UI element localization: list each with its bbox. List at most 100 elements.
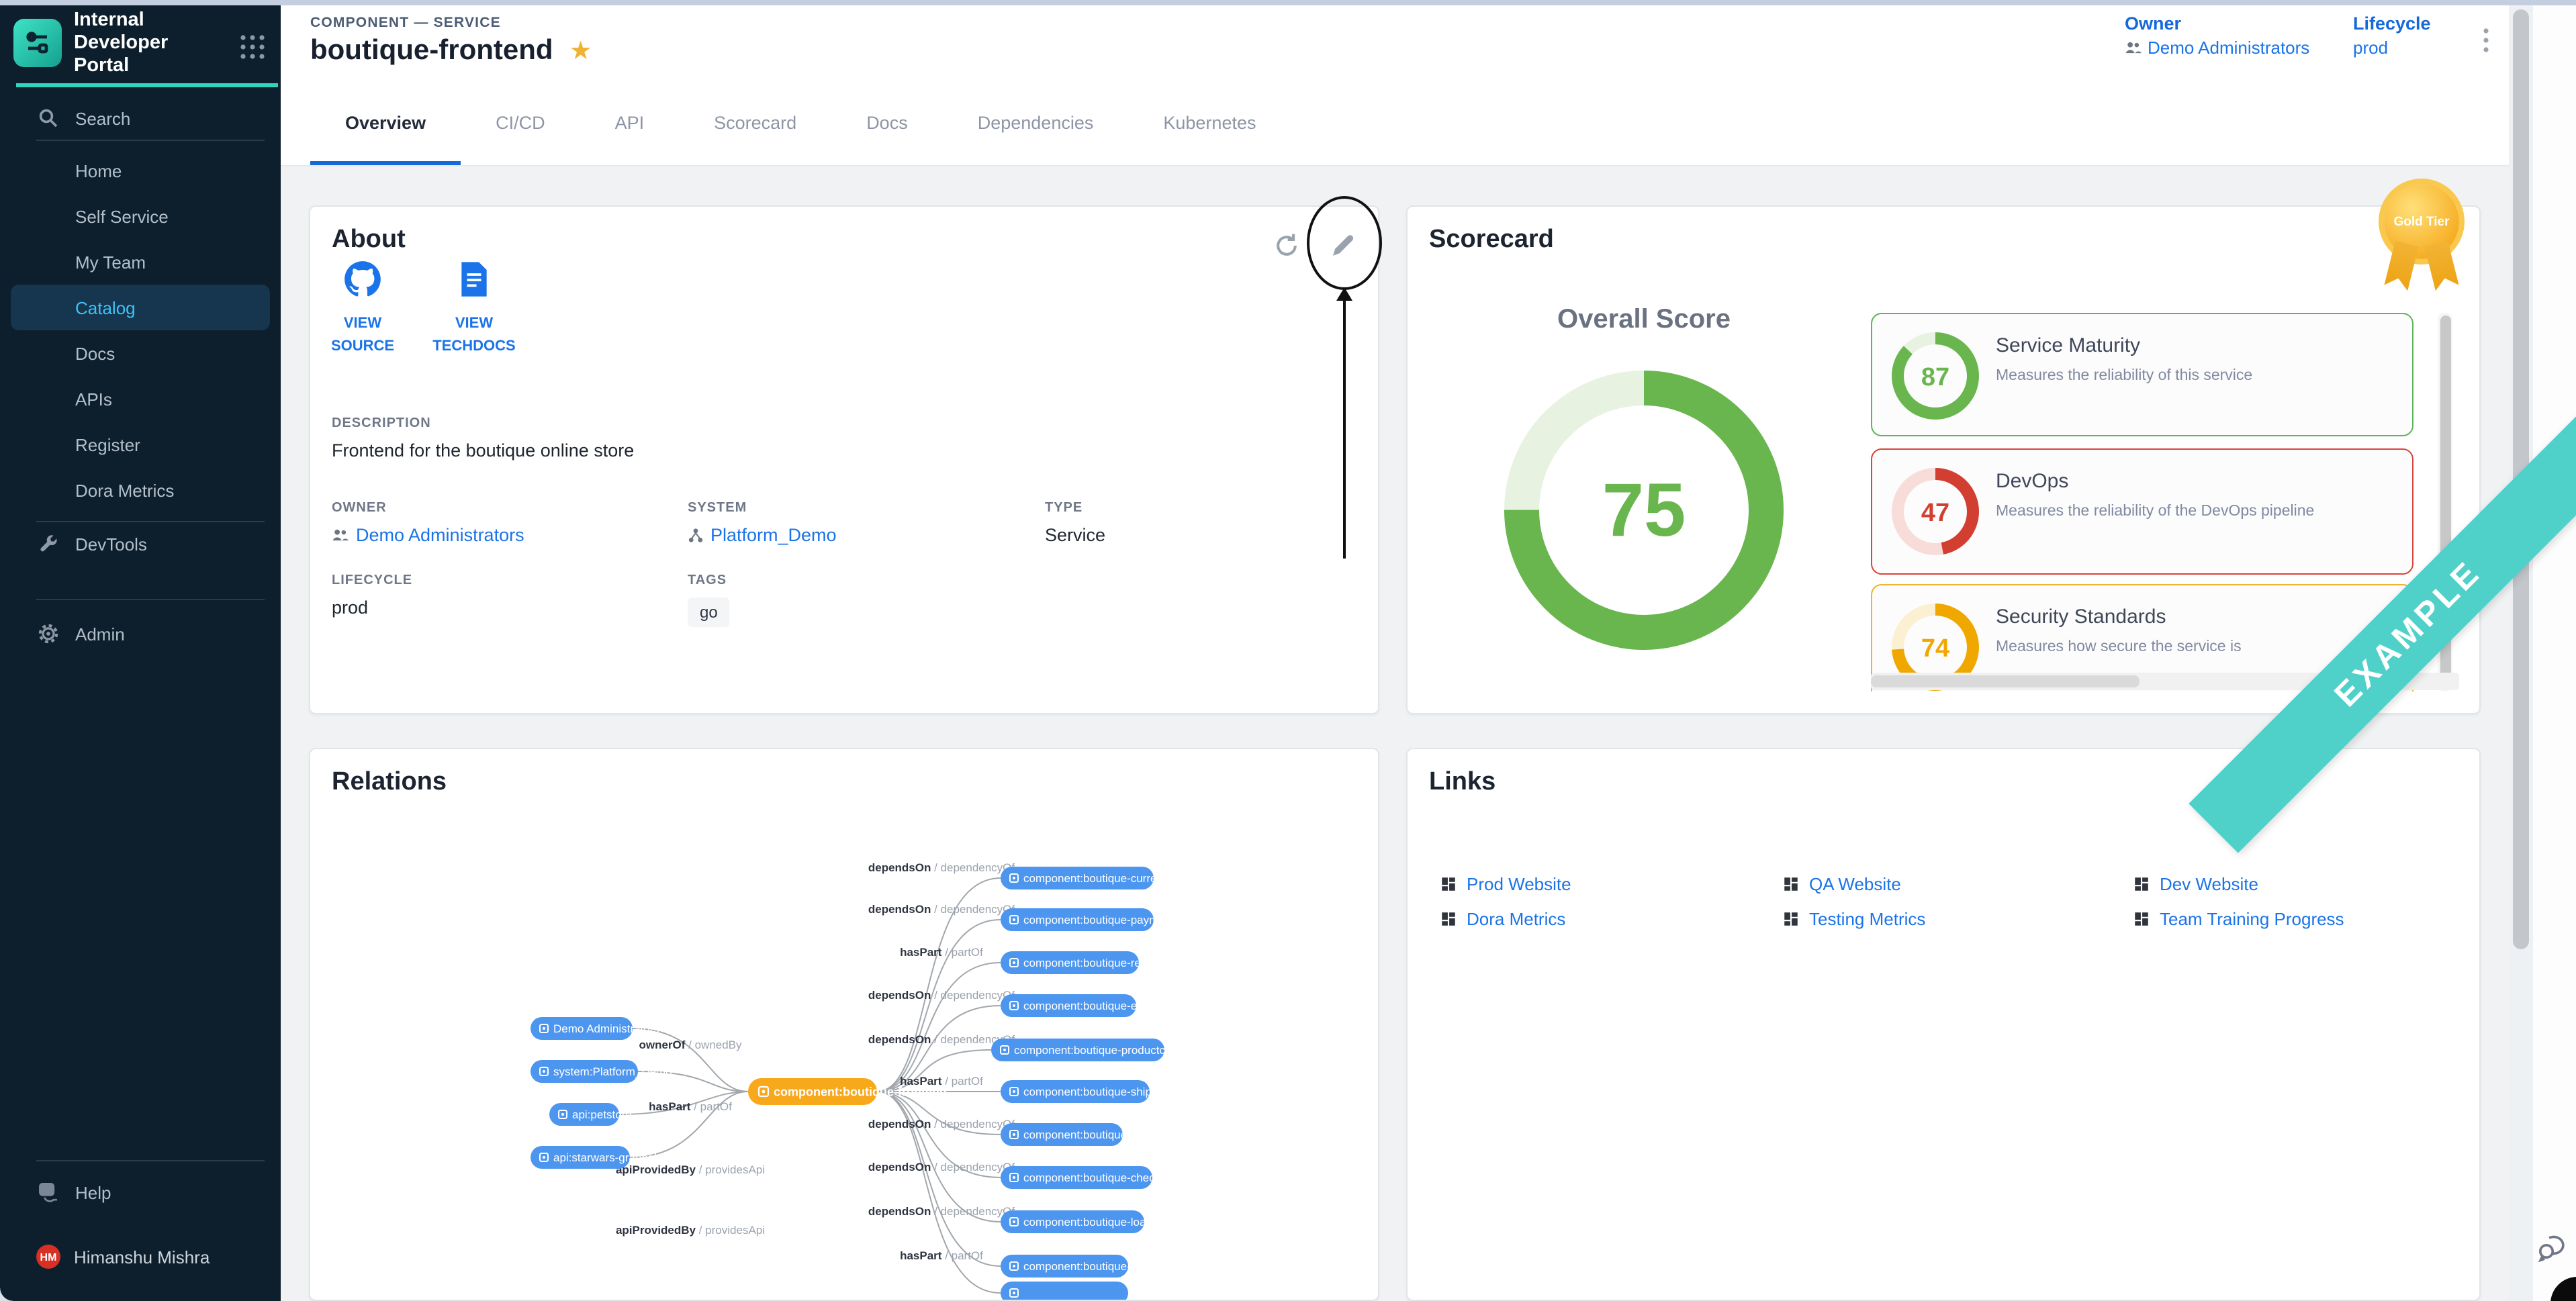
relation-node-component-boutique-currencyservice[interactable]: component:boutique-currencyservice [1001, 867, 1211, 889]
link-prod-website[interactable]: Prod Website [1440, 873, 1782, 896]
link-dora-metrics[interactable]: Dora Metrics [1440, 908, 1782, 930]
links-card: Links Prod WebsiteQA WebsiteDev Website D… [1406, 748, 2481, 1301]
tab-ci-cd[interactable]: CI/CD [461, 83, 580, 165]
owner-link[interactable]: Demo Administrators [332, 525, 524, 545]
svg-text:api:petstore: api:petstore [572, 1108, 632, 1121]
sidebar-user[interactable]: HM Himanshu Mishra [0, 1235, 281, 1278]
score-donut: 47 [1888, 465, 1982, 559]
portal-logo-icon [13, 19, 62, 67]
tab-bar: OverviewCI/CDAPIScorecardDocsDependencie… [281, 83, 2576, 166]
tab-kubernetes[interactable]: Kubernetes [1128, 83, 1291, 165]
view-techdocs-link[interactable]: VIEWTECHDOCS [414, 260, 535, 358]
app-window: Internal Developer Portal Search HomeSel… [0, 0, 2576, 1301]
main-area: COMPONENT — SERVICE boutique-frontend ★ … [281, 0, 2576, 1301]
svg-text:component:boutique-loadgenerat: component:boutique-loadgenerator [1023, 1216, 1201, 1228]
tab-scorecard[interactable]: Scorecard [679, 83, 831, 165]
sidebar-item-self-service[interactable]: Self Service [0, 193, 281, 239]
sidebar-item-my-team[interactable]: My Team [0, 239, 281, 285]
tab-docs[interactable]: Docs [831, 83, 943, 165]
sidebar-item-home[interactable]: Home [0, 148, 281, 193]
system-icon [688, 527, 704, 543]
github-icon [344, 260, 381, 298]
relation-node-component-boutique-paymentservice[interactable]: component:boutique-paymentservice [1001, 908, 1211, 931]
svg-text:component:boutique-cartservice: component:boutique-cartservice [1023, 1260, 1186, 1273]
relation-node-component-boutique-emailservice[interactable]: component:boutique-emailservice [1001, 994, 1194, 1017]
sidebar-search[interactable]: Search [0, 97, 281, 140]
link-dev-website[interactable]: Dev Website [2133, 873, 2344, 896]
group-icon [2125, 40, 2142, 55]
relation-node-component-boutique-checkoutservice[interactable]: component:boutique-checkoutservice [1001, 1166, 1213, 1189]
chat-bubbles-icon[interactable] [2536, 1230, 2571, 1265]
wrench-icon [36, 533, 60, 555]
sidebar-item-label: Admin [75, 624, 125, 644]
relation-node-api-petstore[interactable]: api:petstore [549, 1103, 632, 1126]
tab-api[interactable]: API [580, 83, 680, 165]
apps-grid-icon[interactable] [238, 32, 267, 62]
system-link[interactable]: Platform_Demo [688, 525, 837, 545]
svg-text:component:boutique-emailservic: component:boutique-emailservice [1023, 1000, 1194, 1012]
relation-node-component-boutique-cartservice[interactable]: component:boutique-cartservice [1001, 1255, 1186, 1278]
techdocs-icon [457, 260, 492, 298]
sidebar-nav: HomeSelf ServiceMy TeamCatalogDocsAPIsRe… [0, 148, 281, 513]
relation-node-component-boutique-shippingservice[interactable]: component:boutique-shippingservice [1001, 1080, 1209, 1103]
divider [36, 1160, 265, 1161]
sidebar-item-register[interactable]: Register [0, 422, 281, 467]
dashboard-icon [2133, 910, 2150, 928]
relation-node-partial[interactable] [1001, 1282, 1128, 1301]
divider [36, 599, 265, 600]
relation-node-component-boutique-productcatalogservice[interactable]: component:boutique-productcatalogservice [991, 1039, 1232, 1061]
svg-text:Demo Administrators: Demo Administrators [553, 1022, 659, 1035]
brand-divider [16, 83, 278, 87]
edge-label: apiProvidedBy / providesApi [616, 1163, 765, 1176]
gold-tier-badge: Gold Tier [2384, 184, 2459, 259]
sidebar-item-dora-metrics[interactable]: Dora Metrics [0, 467, 281, 513]
field-type: TYPE Service [1045, 501, 1105, 545]
edit-pencil-icon[interactable] [1328, 231, 1361, 263]
sidebar-item-devtools[interactable]: DevTools [0, 522, 281, 565]
dashboard-icon [1782, 910, 1800, 928]
score-entry-service-maturity[interactable]: 87Service MaturityMeasures the reliabili… [1871, 313, 2413, 436]
user-name: Himanshu Mishra [74, 1247, 210, 1267]
brand: Internal Developer Portal [0, 5, 281, 81]
field-system: SYSTEM Platform_Demo [688, 501, 837, 545]
edge-label: dependsOn / dependencyOf [868, 989, 1015, 1002]
link-testing-metrics[interactable]: Testing Metrics [1782, 908, 2133, 930]
owner-link[interactable]: Demo Administrators [2125, 38, 2309, 58]
links-title: Links [1429, 768, 1496, 798]
relation-node-component-boutique-loadgenerator[interactable]: component:boutique-loadgenerator [1001, 1210, 1201, 1233]
svg-text:47: 47 [1921, 499, 1949, 527]
relation-node-component-boutique-redisservice[interactable]: component:boutique-redisservice [1001, 951, 1191, 974]
refresh-icon[interactable] [1272, 231, 1304, 263]
tab-dependencies[interactable]: Dependencies [943, 83, 1129, 165]
svg-text:component:boutique-adservice: component:boutique-adservice [1023, 1128, 1179, 1141]
relations-graph[interactable]: ownerOf / ownedByhasPart / partOfapiProv… [310, 749, 1379, 1301]
score-entry-description: Measures the reliability of this service [1996, 368, 2252, 384]
link-qa-website[interactable]: QA Website [1782, 873, 2133, 896]
edge-label: dependsOn / dependencyOf [868, 1118, 1015, 1130]
view-source-link[interactable]: VIEWSOURCE [302, 260, 423, 358]
overall-score-gauge: 75 [1503, 369, 1785, 651]
gear-icon [36, 623, 60, 644]
relation-node-component-boutique-adservice[interactable]: component:boutique-adservice [1001, 1123, 1179, 1146]
link-team-training-progress[interactable]: Team Training Progress [2133, 908, 2344, 930]
kebab-menu-icon[interactable] [2474, 24, 2498, 56]
score-entry-devops[interactable]: 47DevOpsMeasures the reliability of the … [1871, 448, 2413, 575]
sidebar-item-catalog[interactable]: Catalog [11, 285, 270, 330]
dashboard-icon [1440, 875, 1457, 893]
links-grid: Prod WebsiteQA WebsiteDev Website Dora Me… [1440, 873, 2344, 930]
sidebar-help-label: Help [75, 1182, 111, 1202]
relation-node-demo-administrators[interactable]: Demo Administrators [531, 1017, 659, 1040]
edge-label: hasPart / partOf [900, 1249, 983, 1262]
sidebar-item-docs[interactable]: Docs [0, 330, 281, 376]
sidebar-item-admin[interactable]: Admin [0, 612, 281, 655]
field-owner: OWNER Demo Administrators [332, 501, 524, 545]
favorite-star-icon[interactable]: ★ [569, 38, 592, 64]
edge-label: apiProvidedBy / providesApi [616, 1224, 765, 1237]
edge-label: dependsOn / dependencyOf [868, 1161, 1015, 1173]
tab-overview[interactable]: Overview [310, 83, 461, 165]
sidebar-item-apis[interactable]: APIs [0, 376, 281, 422]
lifecycle-label: Lifecycle [2353, 13, 2431, 34]
relation-node-system-platform-demo[interactable]: system:Platform_Demo [531, 1060, 672, 1083]
tag-chip[interactable]: go [688, 597, 730, 627]
sidebar-item-help[interactable]: ? Help [0, 1171, 281, 1214]
